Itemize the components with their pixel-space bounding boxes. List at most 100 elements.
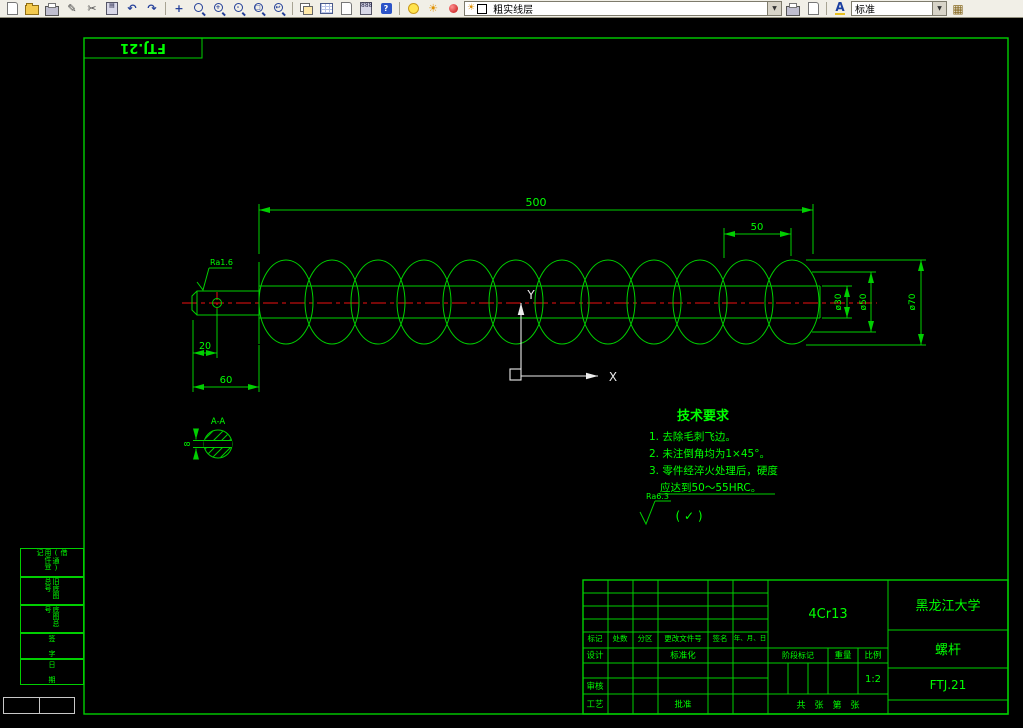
tb-dwg-no: FTJ.21 — [930, 678, 967, 692]
zoom-in-icon[interactable]: + — [210, 1, 228, 16]
tb-zone: 分区 — [638, 634, 653, 643]
chevron-down-icon[interactable]: ▼ — [932, 2, 946, 15]
tb-sheet-row: 共 张 第 张 — [796, 699, 859, 711]
dim-label: 8 — [183, 441, 192, 446]
roughness-general-label: Ra6.3 — [646, 492, 669, 501]
palette-icon[interactable]: ▦ — [949, 1, 967, 16]
calculator-icon[interactable]: 888 — [357, 1, 375, 16]
cad-window: ✎ ✂ ▤ ↶ ↷ + + - □ ↩ 888 ? ☀ ☀ 粗实线层 ▼ A 标… — [0, 0, 1023, 728]
tech-title: 技术要求 — [677, 408, 730, 424]
dim-label: ø30 — [834, 293, 844, 310]
light-bulb-icon[interactable] — [404, 1, 422, 16]
print-icon[interactable] — [43, 1, 61, 16]
text-style-label: 标准 — [855, 5, 875, 16]
undo-icon[interactable]: ↶ — [123, 1, 141, 16]
corner-sign-cell — [4, 698, 40, 713]
plot-icon[interactable] — [784, 1, 802, 16]
layer-properties-icon[interactable] — [297, 1, 315, 16]
strip-base-drawing-no: 底图总号 — [20, 605, 84, 633]
help-icon[interactable]: ? — [377, 1, 395, 16]
tb-scale: 比例 — [864, 650, 881, 661]
roughness-label: Ra1.6 — [210, 258, 233, 267]
zoom-window-icon[interactable]: □ — [250, 1, 268, 16]
plot-preview-icon[interactable] — [804, 1, 822, 16]
tb-sign: 签名 — [713, 633, 728, 643]
tb-material: 4Cr13 — [808, 607, 847, 622]
sheet-icon[interactable] — [337, 1, 355, 16]
tech-item: 3. 零件经淬火处理后，硬度 — [649, 464, 778, 477]
title-block: 标记 处数 分区 更改文件号 签名 年、月、日 设计 标准化 审核 工艺 批准 … — [582, 579, 1009, 715]
dim-label: ø50 — [859, 293, 869, 310]
layer-color-chip-icon — [477, 3, 488, 14]
tb-design: 设计 — [586, 650, 604, 661]
new-doc-icon[interactable] — [3, 1, 21, 16]
top-toolbar: ✎ ✂ ▤ ↶ ↷ + + - □ ↩ 888 ? ☀ ☀ 粗实线层 ▼ A 标… — [0, 0, 1023, 18]
tech-item: 1. 去除毛刺飞边。 — [649, 430, 736, 443]
corner-date-cell — [40, 698, 75, 713]
tb-org: 黑龙江大学 — [915, 598, 980, 614]
dim-shank-60[interactable]: 60 — [192, 345, 260, 392]
dim-pitch-50[interactable]: 50 — [723, 222, 792, 258]
dim-label: 60 — [220, 375, 233, 386]
dim-label: 20 — [199, 341, 211, 352]
tb-date: 年、月、日 — [734, 633, 767, 642]
tb-approve: 批准 — [674, 699, 692, 710]
zoom-out-icon[interactable]: - — [230, 1, 248, 16]
pan-icon[interactable]: + — [170, 1, 188, 16]
toolbar-separator — [826, 2, 827, 15]
scissors-icon[interactable]: ✂ — [83, 1, 101, 16]
layer-on-icon: ☀ — [467, 3, 476, 13]
tb-weight: 重量 — [834, 650, 852, 661]
dim-hole-20[interactable]: 20 — [192, 309, 218, 358]
chevron-down-icon[interactable]: ▼ — [767, 2, 781, 15]
toolbar-separator — [399, 2, 400, 15]
drawing-canvas[interactable]: FTJ.21 500 50 ø30 ø50 ø70 20 60 Ra1.6 A-… — [0, 18, 1023, 728]
ucs-icon[interactable]: X Y — [509, 288, 617, 384]
strip-old-drawing-no: 旧底图总号 — [20, 577, 84, 605]
zoom-realtime-icon[interactable] — [190, 1, 208, 16]
roughness-note: Ra6.3 ( ✓ ) — [639, 492, 703, 526]
corner-sign-date-box — [3, 697, 75, 714]
redo-icon[interactable]: ↷ — [143, 1, 161, 16]
text-style-dropdown[interactable]: 标准 ▼ — [851, 1, 947, 16]
tb-stage: 阶段标记 — [782, 650, 814, 660]
strip-borrow-record: 借(通)用件登记 — [20, 548, 84, 577]
tb-mark: 标记 — [588, 633, 603, 643]
tech-item: 应达到50～55HRC。 — [660, 481, 761, 494]
grid-table-icon[interactable] — [317, 1, 335, 16]
dim-overall-500[interactable]: 500 — [258, 196, 814, 254]
pencil-icon[interactable]: ✎ — [63, 1, 81, 16]
dim-label: 50 — [751, 222, 764, 233]
open-folder-icon[interactable] — [23, 1, 41, 16]
tb-standardize: 标准化 — [670, 650, 696, 661]
roughness-paren-label: ( ✓ ) — [675, 509, 702, 523]
tb-process: 工艺 — [586, 700, 603, 710]
clipboard-icon[interactable]: ▤ — [103, 1, 121, 16]
tb-scale-value: 1:2 — [865, 674, 881, 685]
surface-roughness-shaft[interactable]: Ra1.6 — [196, 258, 233, 292]
y-axis-label: Y — [526, 288, 535, 302]
toolbar-separator — [292, 2, 293, 15]
x-axis-label: X — [609, 370, 617, 384]
screw-profile[interactable] — [191, 259, 821, 345]
dim-dia30[interactable]: ø30 — [822, 285, 852, 319]
layer-name-label: 粗实线层 — [493, 5, 534, 16]
tb-check: 审核 — [586, 681, 604, 692]
layer-dropdown[interactable]: ☀ 粗实线层 ▼ — [464, 1, 782, 16]
section-label: A-A — [211, 417, 226, 427]
tb-change-doc: 更改文件号 — [664, 633, 702, 643]
toolbar-separator — [165, 2, 166, 15]
dim-label: 500 — [526, 196, 547, 209]
text-style-icon[interactable]: A — [831, 1, 849, 16]
dim-dia50[interactable]: ø50 — [812, 271, 876, 333]
sun-icon[interactable]: ☀ — [424, 1, 442, 16]
red-sphere-icon[interactable] — [444, 1, 462, 16]
strip-signature: 签 字 — [20, 633, 84, 659]
tech-item: 2. 未注倒角均为1×45°。 — [649, 447, 770, 460]
tb-part-name: 螺杆 — [935, 643, 961, 658]
dim-label: ø70 — [908, 293, 918, 310]
section-view-a-a[interactable]: A-A 8 — [178, 417, 250, 472]
zoom-previous-icon[interactable]: ↩ — [270, 1, 288, 16]
corner-label: FTJ.21 — [120, 40, 166, 55]
tb-count: 处数 — [613, 633, 628, 643]
